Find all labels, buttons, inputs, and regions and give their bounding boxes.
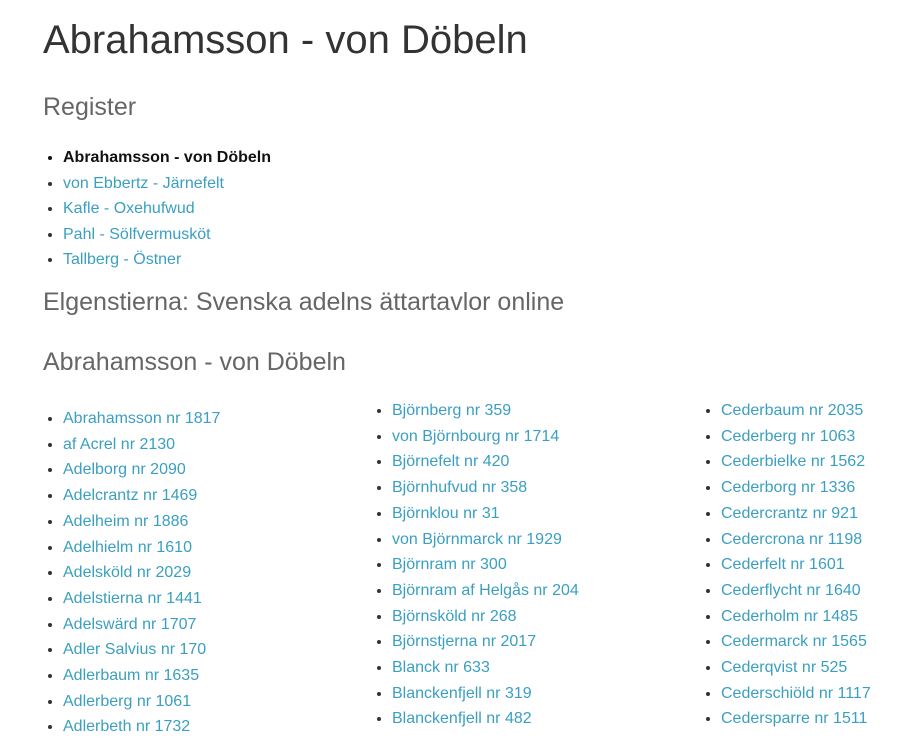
page-title: Abrahamsson - von Döbeln — [43, 18, 528, 62]
family-link[interactable]: Adelborg nr 2090 — [63, 461, 186, 478]
family-list-item: Cedercrantz nr 921 — [721, 501, 871, 527]
family-list-item: Adelsköld nr 2029 — [63, 560, 220, 586]
family-link[interactable]: Adelstierna nr 1441 — [63, 590, 202, 607]
register-item-label: Abrahamsson - von Döbeln — [63, 149, 272, 166]
family-list-item: Cederholm nr 1485 — [721, 604, 871, 630]
family-list-item: Cedermarck nr 1565 — [721, 629, 871, 655]
family-link[interactable]: Cederfelt nr 1601 — [721, 556, 845, 573]
family-list-item: Cederflycht nr 1640 — [721, 578, 871, 604]
family-list-item: Blanckenfjell nr 319 — [392, 681, 579, 707]
register-item: Pahl - Sölfvermusköt — [63, 222, 271, 248]
family-link[interactable]: Adlerberg nr 1061 — [63, 693, 191, 710]
family-link[interactable]: Adlerbaum nr 1635 — [63, 667, 199, 684]
family-link[interactable]: Cedercrantz nr 921 — [721, 505, 858, 522]
family-link[interactable]: von Björnmarck nr 1929 — [392, 531, 562, 548]
family-link[interactable]: Björnram af Helgås nr 204 — [392, 582, 579, 599]
family-list-item: af Acrel nr 2130 — [63, 432, 220, 458]
family-list-item: Björnram af Helgås nr 204 — [392, 578, 579, 604]
family-list-item: Björnstjerna nr 2017 — [392, 629, 579, 655]
family-list-item: Cederschiöld nr 1117 — [721, 681, 871, 707]
family-list-item: Adlerberg nr 1061 — [63, 689, 220, 715]
section-heading: Abrahamsson - von Döbeln — [43, 348, 346, 376]
family-column-3: Cederbaum nr 2035 Cederberg nr 1063 Cederb… — [701, 398, 871, 732]
register-link[interactable]: Kafle - Oxehufwud — [63, 200, 195, 217]
family-link[interactable]: Björnklou nr 31 — [392, 505, 500, 522]
family-column-1: Abrahamsson nr 1817 af Acrel nr 2130 Adelb… — [43, 406, 220, 739]
family-column-2: Björnberg nr 359 von Björnbourg nr 1714 Bj… — [372, 398, 579, 732]
family-list-item: von Björnmarck nr 1929 — [392, 527, 579, 553]
family-link[interactable]: von Björnbourg nr 1714 — [392, 428, 559, 445]
family-link[interactable]: Adlerbeth nr 1732 — [63, 718, 190, 735]
family-list-item: Abrahamsson nr 1817 — [63, 406, 220, 432]
family-link[interactable]: Cedercrona nr 1198 — [721, 531, 862, 548]
family-list-item: Björnsköld nr 268 — [392, 604, 579, 630]
register-item: Tallberg - Östner — [63, 247, 271, 273]
family-list-item: Cederbielke nr 1562 — [721, 449, 871, 475]
page: Abrahamsson - von Döbeln Register Abraha… — [0, 0, 899, 739]
family-list-item: Blanck nr 633 — [392, 655, 579, 681]
family-list-item: Adelhielm nr 1610 — [63, 535, 220, 561]
family-link[interactable]: Björnsköld nr 268 — [392, 608, 517, 625]
register-item: Kafle - Oxehufwud — [63, 196, 271, 222]
family-list-item: Cedersparre nr 1511 — [721, 706, 871, 732]
family-list-item: Cedercrona nr 1198 — [721, 527, 871, 553]
family-link[interactable]: Cederberg nr 1063 — [721, 428, 855, 445]
family-link[interactable]: Cederqvist nr 525 — [721, 659, 847, 676]
family-list-item: Björnklou nr 31 — [392, 501, 579, 527]
register-list: Abrahamsson - von Döbeln von Ebbertz - J… — [43, 145, 271, 273]
family-link[interactable]: Björnhufvud nr 358 — [392, 479, 527, 496]
family-list-item: Adler Salvius nr 170 — [63, 637, 220, 663]
family-link[interactable]: Cederholm nr 1485 — [721, 608, 858, 625]
family-link[interactable]: Cederschiöld nr 1117 — [721, 685, 871, 702]
family-link[interactable]: Adelcrantz nr 1469 — [63, 487, 197, 504]
family-list-item: Cederberg nr 1063 — [721, 424, 871, 450]
family-link[interactable]: Cedermarck nr 1565 — [721, 633, 867, 650]
family-list-item: Björnhufvud nr 358 — [392, 475, 579, 501]
family-link[interactable]: Cederborg nr 1336 — [721, 479, 855, 496]
family-link[interactable]: Björnefelt nr 420 — [392, 453, 509, 470]
family-list-item: Adelcrantz nr 1469 — [63, 483, 220, 509]
family-link[interactable]: Björnberg nr 359 — [392, 402, 511, 419]
family-link[interactable]: Adelswärd nr 1707 — [63, 616, 196, 633]
family-link[interactable]: Björnram nr 300 — [392, 556, 507, 573]
family-link[interactable]: Cederbaum nr 2035 — [721, 402, 863, 419]
family-link[interactable]: Adelsköld nr 2029 — [63, 564, 191, 581]
family-list-item: Blanckenfjell nr 482 — [392, 706, 579, 732]
family-link[interactable]: Cederbielke nr 1562 — [721, 453, 865, 470]
family-list-item: Adlerbaum nr 1635 — [63, 663, 220, 689]
family-link[interactable]: Adelheim nr 1886 — [63, 513, 188, 530]
family-link[interactable]: af Acrel nr 2130 — [63, 436, 175, 453]
register-item: von Ebbertz - Järnefelt — [63, 171, 271, 197]
register-item-current: Abrahamsson - von Döbeln — [63, 145, 271, 171]
family-link[interactable]: Blanckenfjell nr 319 — [392, 685, 532, 702]
family-list-item: von Björnbourg nr 1714 — [392, 424, 579, 450]
family-link[interactable]: Abrahamsson nr 1817 — [63, 410, 220, 427]
family-list-item: Adelborg nr 2090 — [63, 457, 220, 483]
family-link[interactable]: Blanckenfjell nr 482 — [392, 710, 532, 727]
register-link[interactable]: von Ebbertz - Järnefelt — [63, 175, 224, 192]
family-link[interactable]: Cedersparre nr 1511 — [721, 710, 867, 727]
family-list-item: Cederborg nr 1336 — [721, 475, 871, 501]
register-link[interactable]: Pahl - Sölfvermusköt — [63, 226, 211, 243]
family-list-item: Adelswärd nr 1707 — [63, 612, 220, 638]
family-link[interactable]: Björnstjerna nr 2017 — [392, 633, 536, 650]
site-heading: Elgenstierna: Svenska adelns ättartavlor… — [43, 288, 565, 316]
family-list-item: Adelstierna nr 1441 — [63, 586, 220, 612]
family-list-item: Adelheim nr 1886 — [63, 509, 220, 535]
family-link[interactable]: Blanck nr 633 — [392, 659, 490, 676]
family-link[interactable]: Adelhielm nr 1610 — [63, 539, 192, 556]
register-heading: Register — [43, 93, 137, 121]
family-list-item: Björnram nr 300 — [392, 552, 579, 578]
family-list-item: Cederbaum nr 2035 — [721, 398, 871, 424]
family-list-item: Adlerbeth nr 1732 — [63, 714, 220, 739]
family-link[interactable]: Adler Salvius nr 170 — [63, 641, 206, 658]
family-link[interactable]: Cederflycht nr 1640 — [721, 582, 861, 599]
register-link[interactable]: Tallberg - Östner — [63, 251, 181, 268]
family-list-item: Cederfelt nr 1601 — [721, 552, 871, 578]
family-list-item: Björnefelt nr 420 — [392, 449, 579, 475]
family-list-item: Cederqvist nr 525 — [721, 655, 871, 681]
family-list-item: Björnberg nr 359 — [392, 398, 579, 424]
